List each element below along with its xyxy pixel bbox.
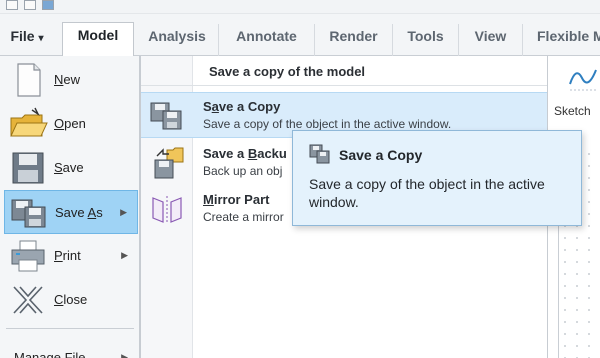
new-icon[interactable] bbox=[6, 0, 18, 10]
submenu-arrow-icon: ▶ bbox=[120, 207, 127, 217]
save-a-copy-icon bbox=[150, 102, 182, 130]
tooltip-save-a-copy: Save a Copy Save a copy of the object in… bbox=[292, 130, 582, 226]
save-as-icon bbox=[11, 199, 46, 228]
ribbon-tab-bar: File ▾ Model Analysis Annotate Render To… bbox=[0, 14, 600, 56]
menu-item-open[interactable]: Open bbox=[4, 102, 138, 146]
tab-annotate[interactable]: Annotate bbox=[218, 24, 314, 56]
menu-item-save-as[interactable]: Save As ▶ bbox=[4, 190, 138, 234]
tab-model[interactable]: Model bbox=[62, 22, 134, 56]
quick-access-toolbar bbox=[0, 0, 600, 14]
submenu-arrow-icon: ▶ bbox=[121, 352, 128, 358]
menu-item-close[interactable]: Close bbox=[4, 278, 138, 322]
tab-tools[interactable]: Tools bbox=[392, 24, 458, 56]
open-folder-icon bbox=[10, 107, 48, 137]
mirror-part-icon bbox=[152, 196, 182, 224]
backup-icon bbox=[154, 147, 184, 179]
save-icon[interactable] bbox=[42, 0, 54, 10]
file-menu: New Open Save Save As ▶ Print ▶ Close Ma… bbox=[0, 56, 140, 358]
tab-file[interactable]: File ▾ bbox=[4, 24, 50, 56]
tooltip-title: Save a Copy bbox=[339, 147, 423, 163]
menu-item-new[interactable]: New bbox=[4, 58, 138, 102]
submenu-arrow-icon: ▶ bbox=[121, 250, 128, 260]
tab-view[interactable]: View bbox=[458, 24, 522, 56]
menu-divider bbox=[6, 328, 134, 329]
new-document-icon bbox=[17, 63, 41, 97]
printer-icon bbox=[11, 240, 45, 272]
submenu-header: Save a copy of the model bbox=[141, 56, 547, 86]
close-x-icon bbox=[13, 286, 43, 314]
tab-analysis[interactable]: Analysis bbox=[136, 24, 218, 56]
tab-flexible-modeling[interactable]: Flexible M bbox=[522, 24, 600, 56]
menu-item-print[interactable]: Print ▶ bbox=[4, 234, 138, 278]
menu-item-manage-file[interactable]: Manage File ▶ bbox=[4, 338, 138, 358]
sketch-icon[interactable] bbox=[568, 60, 598, 94]
tooltip-description: Save a copy of the object in the active … bbox=[309, 176, 545, 210]
save-disk-icon bbox=[12, 152, 44, 184]
open-icon[interactable] bbox=[24, 0, 36, 10]
sketch-label: Sketch bbox=[554, 104, 591, 118]
tab-render[interactable]: Render bbox=[314, 24, 392, 56]
menu-item-save[interactable]: Save bbox=[4, 146, 138, 190]
save-a-copy-icon bbox=[309, 144, 330, 164]
